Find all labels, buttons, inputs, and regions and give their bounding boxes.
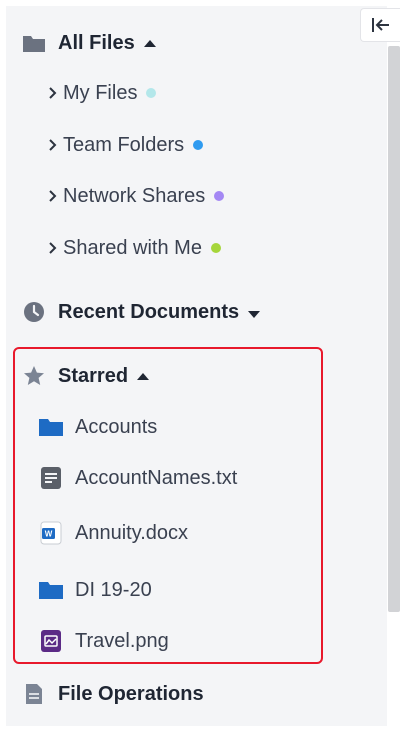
nav-all-files-label: All Files (58, 31, 135, 54)
nav-shared-with-me[interactable]: Shared with Me (45, 235, 221, 261)
nav-team-folders[interactable]: Team Folders (45, 132, 204, 158)
nav-recent-documents-label: Recent Documents (58, 300, 240, 323)
nav-network-shares-label: Network Shares (63, 184, 206, 207)
status-dot (146, 88, 157, 98)
document-icon (22, 683, 46, 705)
starred-item-label: Annuity.docx (75, 521, 189, 544)
starred-item-accounts[interactable]: Accounts (38, 414, 157, 440)
starred-item-travel-png[interactable]: Travel.png (38, 627, 169, 655)
svg-text:W: W (45, 530, 53, 539)
caret-up-icon (143, 39, 156, 47)
sidebar-scrollbar[interactable] (388, 46, 400, 612)
text-file-icon (38, 466, 64, 490)
nav-starred[interactable]: Starred (22, 363, 150, 389)
caret-up-icon (137, 372, 150, 380)
nav-team-folders-label: Team Folders (63, 133, 185, 156)
starred-item-di-19-20[interactable]: DI 19-20 (38, 577, 152, 603)
folder-icon (38, 580, 64, 600)
nav-recent-documents[interactable]: Recent Documents (22, 299, 261, 325)
nav-starred-label: Starred (58, 364, 129, 387)
chevron-right-icon (45, 138, 61, 152)
nav-shared-with-me-label: Shared with Me (63, 236, 202, 259)
image-file-icon (38, 629, 64, 653)
clock-icon (22, 301, 46, 323)
star-icon (22, 364, 46, 388)
nav-my-files-label: My Files (63, 81, 138, 104)
chevron-right-icon (45, 241, 61, 255)
chevron-right-icon (45, 189, 61, 203)
nav-my-files[interactable]: My Files (45, 80, 157, 106)
starred-item-accountnames-txt[interactable]: AccountNames.txt (38, 464, 237, 492)
folder-icon (22, 33, 46, 53)
status-dot (193, 140, 204, 150)
starred-item-label: Travel.png (75, 629, 169, 652)
status-dot (214, 191, 225, 201)
chevron-right-icon (45, 86, 61, 100)
status-dot (210, 243, 221, 253)
starred-item-label: AccountNames.txt (75, 466, 238, 489)
collapse-sidebar-button[interactable] (360, 8, 400, 42)
word-file-icon: W (38, 521, 64, 545)
folder-icon (38, 417, 64, 437)
starred-item-label: DI 19-20 (75, 578, 152, 601)
collapse-left-icon (370, 16, 392, 34)
starred-item-label: Accounts (75, 415, 158, 438)
starred-item-annuity-docx[interactable]: W Annuity.docx (38, 519, 188, 547)
nav-file-operations[interactable]: File Operations (22, 681, 204, 707)
nav-all-files[interactable]: All Files (22, 30, 156, 56)
nav-file-operations-label: File Operations (58, 682, 204, 705)
nav-network-shares[interactable]: Network Shares (45, 183, 225, 209)
caret-down-icon (248, 310, 261, 318)
